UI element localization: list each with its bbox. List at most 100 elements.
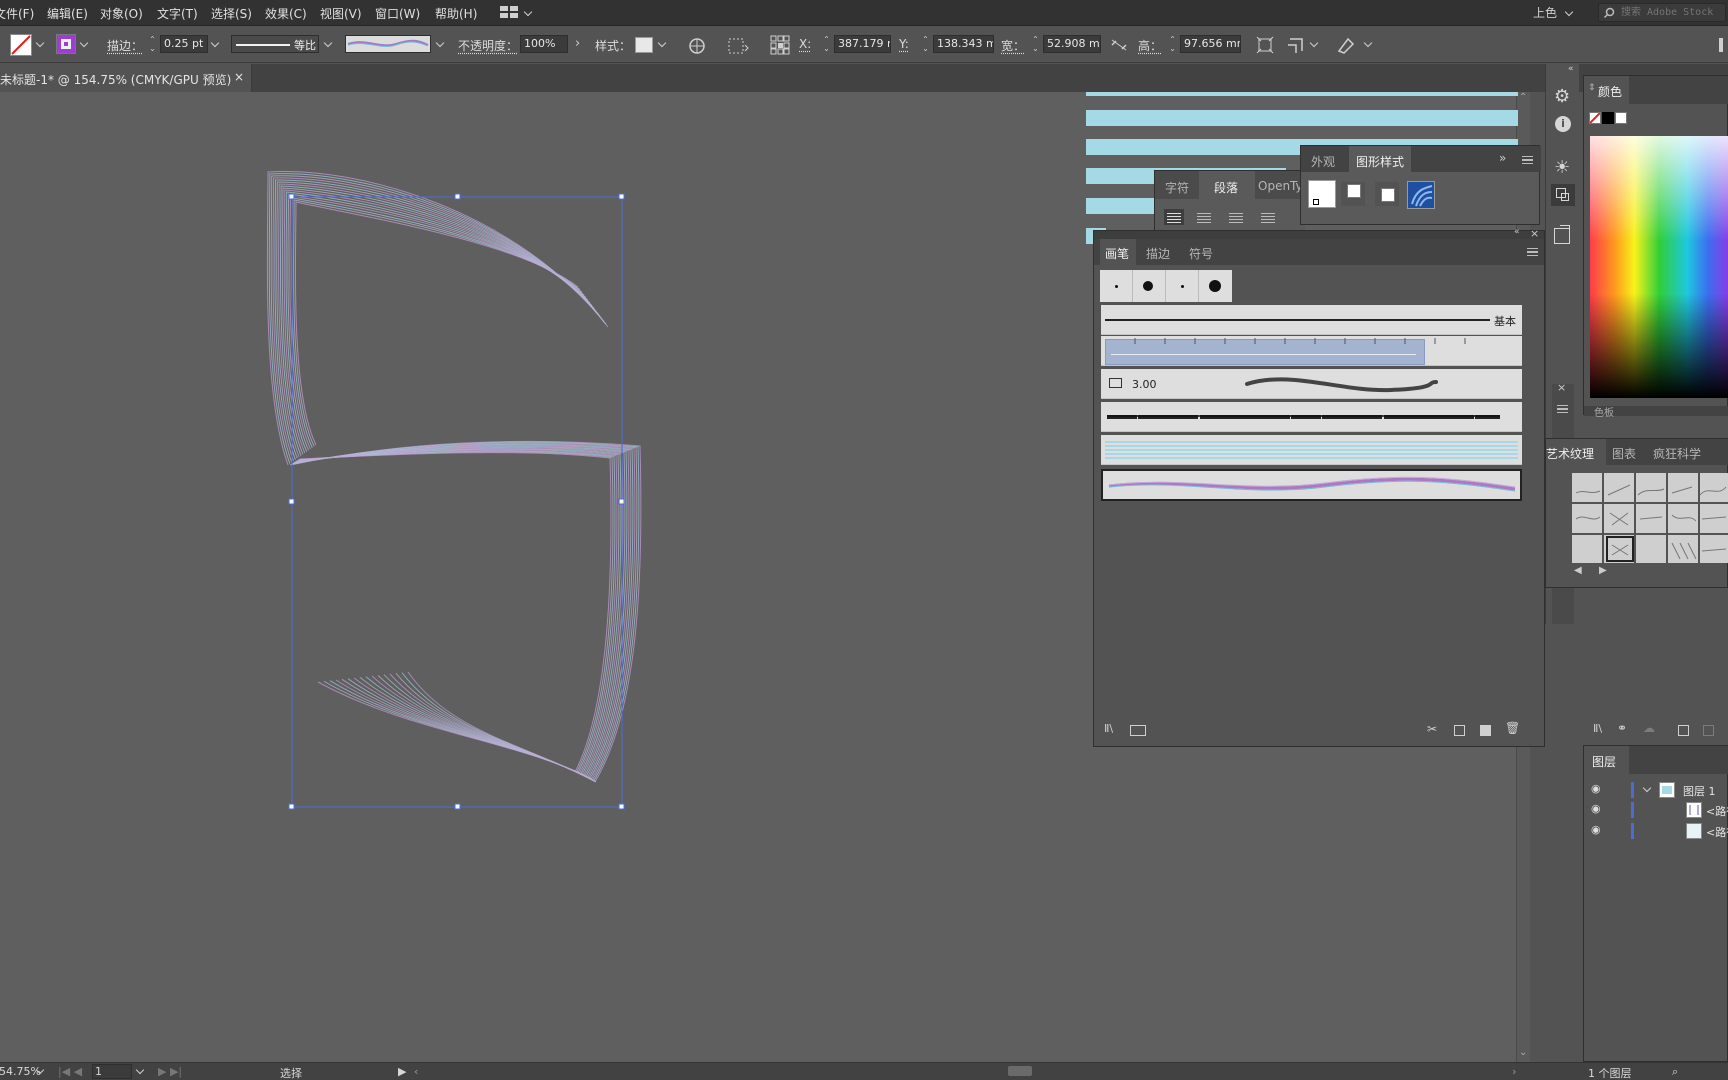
- chevron-down-icon[interactable]: [36, 1064, 46, 1076]
- color-spectrum[interactable]: [1590, 136, 1728, 398]
- menu-type[interactable]: 文字(T): [157, 5, 198, 22]
- eye-icon[interactable]: ◉: [1591, 823, 1601, 836]
- layer-row[interactable]: ◉ 图层 1: [1583, 780, 1728, 800]
- brush-wave-selected[interactable]: [1101, 469, 1522, 501]
- eye-icon[interactable]: ◉: [1591, 802, 1601, 815]
- style-swatch[interactable]: [1375, 182, 1399, 206]
- menu-view[interactable]: 视图(V): [320, 5, 362, 22]
- shape-builder-icon[interactable]: [1287, 36, 1309, 58]
- color-guide-tab[interactable]: 色板: [1594, 404, 1614, 419]
- libraries-icon[interactable]: Ⅱ\: [1593, 722, 1602, 735]
- horizontal-scroll-thumb[interactable]: [1008, 1066, 1032, 1076]
- width-stepper[interactable]: ⌃ ⌄: [1031, 35, 1040, 53]
- brush-definition[interactable]: [345, 35, 431, 53]
- workspace-switcher[interactable]: 上色: [1533, 4, 1557, 21]
- isolate-icon[interactable]: [1336, 36, 1358, 58]
- tab-paragraph[interactable]: 段落: [1214, 179, 1238, 196]
- first-artboard-icon[interactable]: |◀ ◀: [58, 1065, 82, 1078]
- panel-menu-icon[interactable]: [1522, 156, 1533, 164]
- document-tab[interactable]: 未标题-1* @ 154.75% (CMYK/GPU 预览) ×: [0, 64, 252, 92]
- menu-select[interactable]: 选择(S): [211, 5, 252, 22]
- width-field[interactable]: 52.908 mm: [1043, 35, 1101, 53]
- tab-appearance[interactable]: 外观: [1311, 153, 1335, 170]
- tab-brushes[interactable]: 画笔: [1105, 245, 1129, 262]
- sun-icon[interactable]: ☀: [1554, 157, 1570, 178]
- tab-graphic-styles[interactable]: 图形样式: [1356, 153, 1404, 170]
- tab-character[interactable]: 字符: [1165, 179, 1189, 196]
- brush-dot-small[interactable]: [1115, 285, 1118, 288]
- style-swatch-default[interactable]: [1308, 180, 1336, 208]
- chevron-down-icon[interactable]: [136, 1064, 146, 1076]
- chevron-down-icon[interactable]: [658, 37, 668, 49]
- collapse-icon[interactable]: «: [1514, 227, 1520, 237]
- tab-art-texture[interactable]: 艺术纹理: [1546, 445, 1594, 462]
- chevron-down-icon[interactable]: [1310, 37, 1320, 49]
- cloud-icon[interactable]: ☁: [1643, 721, 1655, 735]
- menu-window[interactable]: 窗口(W): [375, 5, 420, 22]
- next-icon[interactable]: ▶: [1599, 565, 1607, 576]
- brush-lines[interactable]: [1101, 435, 1522, 465]
- chevron-down-icon[interactable]: [1364, 37, 1374, 49]
- style-swatch[interactable]: [1341, 182, 1365, 206]
- chevron-down-icon[interactable]: [1565, 6, 1575, 18]
- status-menu-icon[interactable]: ▶: [398, 1065, 406, 1078]
- chevron-down-icon[interactable]: [80, 37, 90, 49]
- style-swatch-blue[interactable]: [1407, 181, 1435, 209]
- white-swatch[interactable]: [1615, 112, 1627, 124]
- chevron-down-icon[interactable]: [1643, 782, 1653, 794]
- opacity-field[interactable]: 100%: [520, 35, 568, 53]
- black-swatch[interactable]: [1602, 112, 1614, 124]
- stroke-label[interactable]: 描边：: [107, 37, 143, 54]
- menu-file[interactable]: 文件(F): [0, 5, 34, 22]
- brush-basic[interactable]: 基本: [1101, 305, 1522, 335]
- justify-button[interactable]: [1261, 213, 1275, 214]
- layer-name[interactable]: 图层 1: [1683, 783, 1716, 799]
- transparency-icon[interactable]: [1551, 184, 1575, 206]
- grid-view-icon[interactable]: [1678, 725, 1689, 736]
- height-field[interactable]: 97.656 mm: [1180, 35, 1241, 53]
- panel-menu-icon[interactable]: [1719, 38, 1723, 52]
- none-swatch[interactable]: [1589, 112, 1601, 124]
- remove-stroke-icon[interactable]: ✂: [1427, 722, 1437, 736]
- x-position-field[interactable]: 387.179 mm: [834, 35, 891, 53]
- menu-edit[interactable]: 编辑(E): [47, 5, 88, 22]
- eye-icon[interactable]: ◉: [1591, 782, 1601, 795]
- stroke-weight-stepper[interactable]: ⌃ ⌄: [148, 35, 157, 53]
- previous-icon[interactable]: ◀: [1574, 565, 1582, 576]
- stroke-weight-field[interactable]: 0.25 pt: [160, 35, 208, 53]
- color-panel-title[interactable]: 颜色: [1598, 83, 1622, 100]
- export-icon[interactable]: [1554, 228, 1570, 244]
- artboard-number-field[interactable]: 1: [92, 1064, 132, 1079]
- expand-panel-icon[interactable]: »: [1499, 151, 1506, 165]
- search-input[interactable]: [1621, 6, 1725, 19]
- brush-dot-small[interactable]: [1181, 285, 1184, 288]
- chevron-down-icon[interactable]: [36, 37, 46, 49]
- transform-icon[interactable]: [1256, 36, 1278, 58]
- sublayer-row[interactable]: ◉ <路径>: [1583, 800, 1728, 820]
- stroke-swatch[interactable]: [56, 34, 76, 54]
- y-stepper[interactable]: ⌃ ⌄: [921, 35, 930, 53]
- chevron-down-icon[interactable]: [436, 37, 446, 49]
- close-icon[interactable]: ×: [234, 70, 244, 84]
- tab-stroke[interactable]: 描边: [1146, 245, 1170, 262]
- link-constrain-icon[interactable]: [1110, 38, 1132, 60]
- chevron-down-icon[interactable]: [211, 37, 221, 49]
- brush-charcoal[interactable]: [1101, 402, 1522, 432]
- zoom-level[interactable]: 154.75%: [0, 1065, 41, 1078]
- new-brush-icon[interactable]: [1480, 725, 1491, 736]
- info-icon[interactable]: i: [1555, 116, 1571, 132]
- layers-panel-title[interactable]: 图层: [1592, 753, 1616, 770]
- height-stepper[interactable]: ⌃ ⌄: [1168, 35, 1177, 53]
- trash-icon[interactable]: 🗑: [1505, 721, 1520, 735]
- texture-swatches[interactable]: [1572, 473, 1728, 563]
- brush-dot-large[interactable]: [1209, 280, 1221, 292]
- arrange-documents-icon[interactable]: [500, 6, 518, 19]
- chevron-down-icon[interactable]: [324, 37, 334, 49]
- tab-mad-science[interactable]: 疯狂科学: [1653, 445, 1701, 462]
- menu-object[interactable]: 对象(O): [100, 5, 143, 22]
- align-left-button[interactable]: [1164, 209, 1184, 225]
- recolor-artwork-icon[interactable]: [688, 37, 710, 59]
- stock-search-box[interactable]: [1598, 3, 1726, 22]
- y-position-field[interactable]: 138.343 mm: [933, 35, 994, 53]
- brush-options-icon[interactable]: [1454, 725, 1465, 736]
